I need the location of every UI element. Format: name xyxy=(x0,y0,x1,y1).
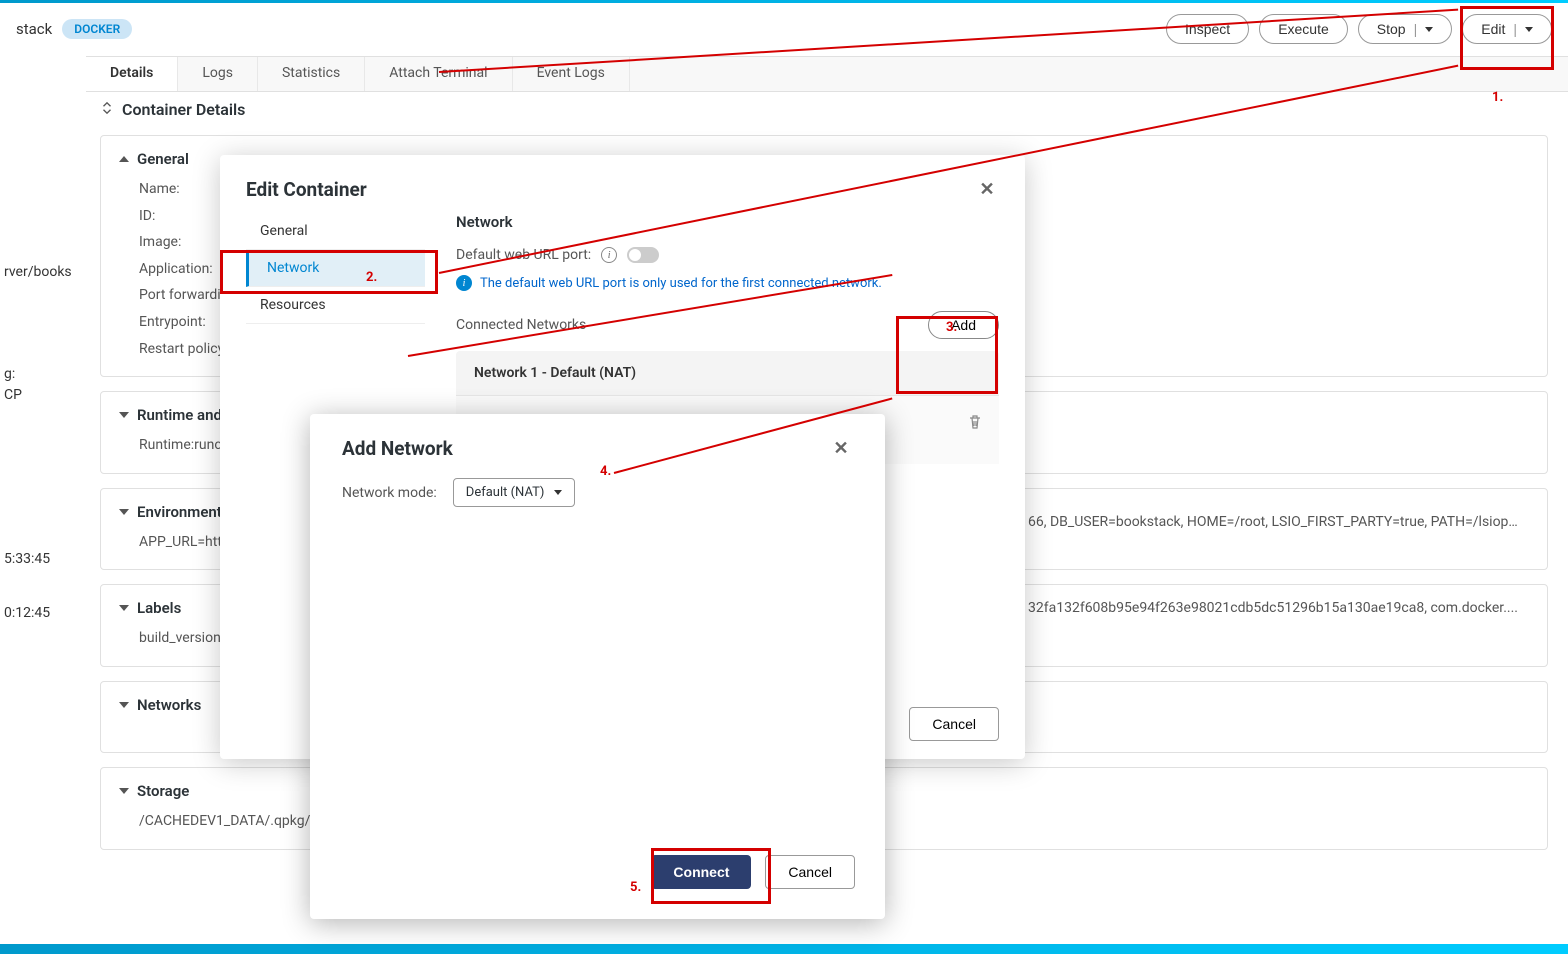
hint-cp: CP xyxy=(4,387,70,403)
info-text: The default web URL port is only used fo… xyxy=(480,276,882,291)
default-port-label: Default web URL port: xyxy=(456,247,591,263)
edit-label: Edit xyxy=(1481,21,1505,37)
chevron-down-icon xyxy=(119,412,129,418)
nav-resources[interactable]: Resources xyxy=(246,287,425,324)
chevron-down-icon xyxy=(1525,27,1533,32)
chevron-up-icon xyxy=(119,156,129,162)
docker-badge: DOCKER xyxy=(62,19,132,39)
separator: | xyxy=(1513,21,1517,37)
general-heading: General xyxy=(137,150,189,168)
edit-button[interactable]: Edit | xyxy=(1462,14,1552,44)
trash-icon[interactable] xyxy=(967,414,983,434)
connected-header: Connected Networks Add xyxy=(456,311,999,339)
separator: | xyxy=(1414,21,1418,37)
add-modal-header: Add Network ✕ xyxy=(310,414,885,474)
nav-general[interactable]: General xyxy=(246,213,425,250)
network-mode-value: Default (NAT) xyxy=(466,485,545,500)
add-cancel-button[interactable]: Cancel xyxy=(765,855,855,889)
add-network-button[interactable]: Add xyxy=(928,311,999,339)
header-bar: stack DOCKER Inspect Execute Stop | Edit | xyxy=(0,5,1568,53)
close-icon[interactable]: ✕ xyxy=(829,436,853,460)
default-port-row: Default web URL port: i xyxy=(456,247,999,263)
storage-heading: Storage xyxy=(137,782,189,800)
chevron-down-icon xyxy=(554,490,562,495)
hint-g: g: xyxy=(4,366,70,382)
connect-button[interactable]: Connect xyxy=(651,855,751,889)
close-icon[interactable]: ✕ xyxy=(975,177,999,201)
default-port-toggle[interactable] xyxy=(627,247,659,263)
info-banner: i The default web URL port is only used … xyxy=(456,275,999,291)
breadcrumb-stack: stack xyxy=(16,20,52,38)
hint-books: rver/books xyxy=(4,264,70,280)
chevron-down-icon xyxy=(119,788,129,794)
chevron-down-icon xyxy=(119,702,129,708)
bottom-border xyxy=(0,944,1568,954)
hint-t1: 5:33:45 xyxy=(4,551,70,567)
left-fragment: rver/books g: CP 5:33:45 0:12:45 xyxy=(0,100,70,624)
tab-statistics[interactable]: Statistics xyxy=(258,57,365,91)
edit-cancel-button[interactable]: Cancel xyxy=(909,707,999,741)
edit-modal-header: Edit Container ✕ xyxy=(220,155,1025,213)
inspect-label: Inspect xyxy=(1185,21,1230,37)
add-network-modal: Add Network ✕ Network mode: Default (NAT… xyxy=(310,414,885,919)
execute-button[interactable]: Execute xyxy=(1259,14,1348,44)
panel-heading: Network xyxy=(456,213,999,231)
add-modal-title: Add Network xyxy=(342,437,453,460)
inspect-button[interactable]: Inspect xyxy=(1166,14,1249,44)
labels-overflow: 32fa132f608b95e94f263e98021cdb5dc51296b1… xyxy=(1028,600,1518,616)
container-details-title: Container Details xyxy=(100,100,1548,119)
add-modal-body: Network mode: Default (NAT) xyxy=(310,474,885,835)
hint-t2: 0:12:45 xyxy=(4,605,70,621)
info-icon[interactable]: i xyxy=(601,247,617,263)
network1-label: Network 1 - Default (NAT) xyxy=(474,365,636,381)
chevron-down-icon xyxy=(1425,27,1433,32)
network-mode-dropdown[interactable]: Default (NAT) xyxy=(453,478,576,507)
add-modal-footer: Connect Cancel xyxy=(310,835,885,919)
env-overflow: 66, DB_USER=bookstack, HOME=/root, LSIO_… xyxy=(1028,514,1518,530)
chevron-down-icon xyxy=(119,509,129,515)
header-actions: Inspect Execute Stop | Edit | xyxy=(1166,14,1552,44)
network-block-header[interactable]: Network 1 - Default (NAT) xyxy=(456,351,999,396)
page-title-text: Container Details xyxy=(122,100,245,119)
network-mode-label: Network mode: xyxy=(342,478,437,501)
labels-heading: Labels xyxy=(137,599,181,617)
edit-modal-title: Edit Container xyxy=(246,178,367,201)
tab-attach-terminal[interactable]: Attach Terminal xyxy=(365,57,512,91)
connected-label: Connected Networks xyxy=(456,317,586,333)
top-border xyxy=(0,0,1568,3)
info-icon: i xyxy=(456,275,472,291)
tab-event-logs[interactable]: Event Logs xyxy=(513,57,630,91)
stop-label: Stop xyxy=(1377,21,1406,37)
networks-heading: Networks xyxy=(137,696,201,714)
tabs-bar: Details Logs Statistics Attach Terminal … xyxy=(86,56,1568,92)
nav-network[interactable]: Network xyxy=(246,250,425,287)
execute-label: Execute xyxy=(1278,21,1329,37)
tab-details[interactable]: Details xyxy=(86,57,178,91)
environment-heading: Environment xyxy=(137,503,222,521)
tab-logs[interactable]: Logs xyxy=(178,57,258,91)
expand-collapse-icon[interactable] xyxy=(100,100,114,119)
stop-button[interactable]: Stop | xyxy=(1358,14,1452,44)
chevron-down-icon xyxy=(119,605,129,611)
